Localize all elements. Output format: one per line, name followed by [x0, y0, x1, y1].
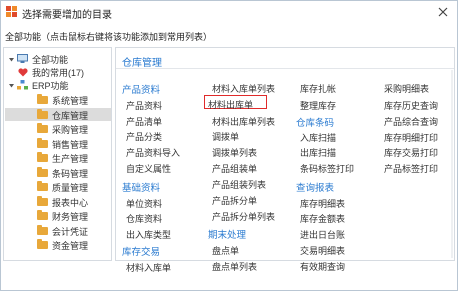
folder-icon — [37, 239, 48, 249]
folder-icon — [37, 109, 48, 119]
func-item[interactable]: 出入库类型 — [126, 228, 171, 241]
func-item[interactable]: 产品组装单 — [212, 162, 257, 175]
window-title: 选择需要增加的目录 — [22, 10, 112, 21]
tree-item-vouchers[interactable]: 会计凭证 — [37, 225, 88, 237]
folder-icon — [37, 152, 48, 162]
func-item[interactable]: 调拨单 — [212, 130, 239, 143]
close-button[interactable] — [435, 4, 451, 20]
tree-item-reports[interactable]: 报表中心 — [37, 196, 88, 208]
tree-item-barcode[interactable]: 条码管理 — [37, 167, 88, 179]
hint-text: 全部功能（点击鼠标右键将该功能添加到常用列表） — [5, 32, 213, 42]
tree-item-label: 资金管理 — [52, 240, 89, 251]
func-item[interactable]: 产品清单 — [126, 115, 162, 128]
func-item[interactable]: 库存金额表 — [300, 212, 345, 225]
category-query-reports: 查询报表 — [296, 183, 335, 194]
tree-node-erp[interactable]: ERP功能 — [7, 79, 69, 91]
func-item[interactable]: 盘点单 — [212, 244, 239, 257]
func-item[interactable]: 单位资料 — [126, 197, 162, 210]
title-bar: 选择需要增加的目录 — [1, 1, 457, 23]
tree-item-warehouse[interactable]: 仓库管理 — [37, 109, 88, 121]
tree-item-label: 销售管理 — [52, 139, 89, 150]
category-warehouse-barcode: 仓库条码 — [296, 118, 335, 129]
folder-icon — [37, 123, 48, 133]
tree-item-sales[interactable]: 销售管理 — [37, 138, 88, 150]
func-item[interactable]: 自定义属性 — [126, 162, 171, 175]
function-panel: 仓库管理 产品资料 产品资料 产品清单 产品分类 产品资料导入 自定义属性 基础… — [115, 47, 455, 273]
func-item[interactable]: 材料入库单列表 — [212, 82, 275, 95]
func-item[interactable]: 入库扫描 — [300, 131, 336, 144]
func-item[interactable]: 交易明细表 — [300, 244, 345, 257]
category-basic-data: 基础资料 — [122, 183, 161, 194]
func-item-selected[interactable]: 材料出库单 — [208, 98, 253, 111]
tree-node-root[interactable]: 全部功能 — [7, 53, 68, 65]
heart-icon — [18, 67, 28, 76]
func-item[interactable]: 有效期查询 — [300, 260, 345, 273]
tree-item-label: 系统管理 — [52, 95, 89, 106]
expand-toggle-icon[interactable] — [7, 81, 15, 89]
tree-item-system[interactable]: 系统管理 — [37, 94, 88, 106]
func-item[interactable]: 仓库资料 — [126, 212, 162, 225]
tree-label-favorites: 我的常用(17) — [32, 67, 85, 78]
tree-item-quality[interactable]: 质量管理 — [37, 181, 88, 193]
folder-icon — [37, 94, 48, 104]
tree-item-purchase[interactable]: 采购管理 — [37, 123, 88, 135]
panel-divider — [116, 68, 454, 69]
folder-icon — [37, 196, 48, 206]
tree-item-funds[interactable]: 资金管理 — [37, 239, 88, 251]
func-item[interactable]: 库存明细表 — [300, 197, 345, 210]
computer-icon — [17, 54, 28, 63]
func-item[interactable]: 产品资料导入 — [126, 146, 180, 159]
func-item[interactable]: 库存历史查询 — [384, 99, 438, 112]
func-item[interactable]: 产品标签打印 — [384, 162, 438, 175]
func-item[interactable]: 库存交易打印 — [384, 146, 438, 159]
func-item[interactable]: 产品拆分单列表 — [212, 210, 275, 223]
func-item[interactable]: 产品组装列表 — [212, 178, 266, 191]
func-item[interactable]: 产品综合查询 — [384, 115, 438, 128]
tree-item-finance[interactable]: 财务管理 — [37, 210, 88, 222]
folder-icon — [37, 138, 48, 148]
tree-item-label: 仓库管理 — [52, 110, 89, 121]
func-item[interactable]: 产品分类 — [126, 130, 162, 143]
close-icon — [438, 7, 448, 17]
category-product-data: 产品资料 — [122, 85, 161, 96]
tree-item-label: 报表中心 — [52, 197, 89, 208]
category-inventory-trade: 库存交易 — [122, 247, 161, 258]
tree-item-production[interactable]: 生产管理 — [37, 152, 88, 164]
erp-modules-icon — [17, 80, 28, 90]
func-item[interactable]: 产品资料 — [126, 99, 162, 112]
func-item[interactable]: 库存明细打印 — [384, 131, 438, 144]
func-item[interactable]: 库存扎帐 — [300, 82, 336, 95]
tree-item-label: 采购管理 — [52, 124, 89, 135]
folder-icon — [37, 225, 48, 235]
tree-label-erp: ERP功能 — [32, 80, 69, 91]
func-item[interactable]: 产品拆分单 — [212, 194, 257, 207]
func-item[interactable]: 整理库存 — [300, 99, 336, 112]
folder-icon — [37, 181, 48, 191]
function-tree[interactable]: 全部功能 我的常用(17) ERP功能 系统管理 仓库管理 采购管理 销售管理 … — [3, 47, 112, 261]
tree-item-label: 生产管理 — [52, 153, 89, 164]
tree-node-favorites[interactable]: 我的常用(17) — [18, 66, 84, 78]
panel-scrollbar[interactable] — [451, 70, 453, 258]
func-item[interactable]: 盘点单列表 — [212, 260, 257, 273]
folder-icon — [37, 167, 48, 177]
panel-title: 仓库管理 — [122, 58, 162, 69]
func-item[interactable]: 出库扫描 — [300, 146, 336, 159]
func-item[interactable]: 材料出库单列表 — [212, 115, 275, 128]
func-item[interactable]: 调拨单列表 — [212, 146, 257, 159]
tree-item-label: 财务管理 — [52, 211, 89, 222]
select-directory-dialog: 选择需要增加的目录 全部功能（点击鼠标右键将该功能添加到常用列表） 全部功能 我… — [0, 0, 458, 291]
tree-item-label: 会计凭证 — [52, 226, 89, 237]
app-icon — [6, 6, 17, 17]
func-item[interactable]: 采购明细表 — [384, 82, 429, 95]
func-item[interactable]: 条码标签打印 — [300, 162, 354, 175]
folder-icon — [37, 210, 48, 220]
func-item[interactable]: 进出日台账 — [300, 228, 345, 241]
expand-toggle-icon[interactable] — [7, 55, 15, 63]
func-item[interactable]: 材料入库单 — [126, 261, 171, 274]
tree-label-root: 全部功能 — [32, 54, 69, 65]
category-period-end: 期末处理 — [208, 230, 247, 241]
tree-item-label: 质量管理 — [52, 182, 89, 193]
tree-item-label: 条码管理 — [52, 168, 89, 179]
